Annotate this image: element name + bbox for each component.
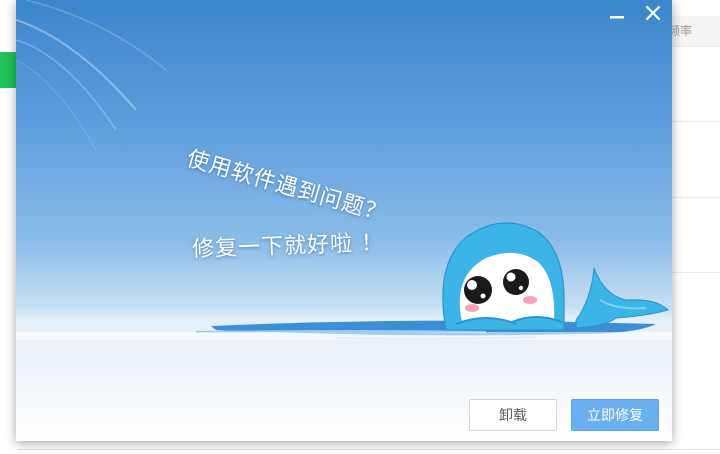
background-row-divider (672, 121, 720, 122)
mascot-tail (575, 267, 669, 329)
close-button[interactable] (640, 0, 666, 26)
minimize-button[interactable] (604, 0, 630, 26)
minimize-icon (610, 16, 624, 19)
dialog-illustration (16, 0, 672, 340)
background-row-divider (672, 197, 720, 198)
headline-answer: 修复一下就好啦 ！ (191, 230, 385, 263)
uninstall-button[interactable]: 卸载 (469, 399, 557, 431)
repair-dialog: 使用软件遇到问题？ 修复一下就好啦 ！ 卸载 立即修复 (16, 0, 672, 441)
repair-now-button[interactable]: 立即修复 (571, 399, 659, 431)
background-row-divider (672, 272, 720, 273)
mascot-illustration (442, 222, 565, 331)
background-green-tab[interactable] (0, 52, 16, 88)
close-icon (645, 5, 661, 21)
background-bottom-border (18, 449, 720, 450)
